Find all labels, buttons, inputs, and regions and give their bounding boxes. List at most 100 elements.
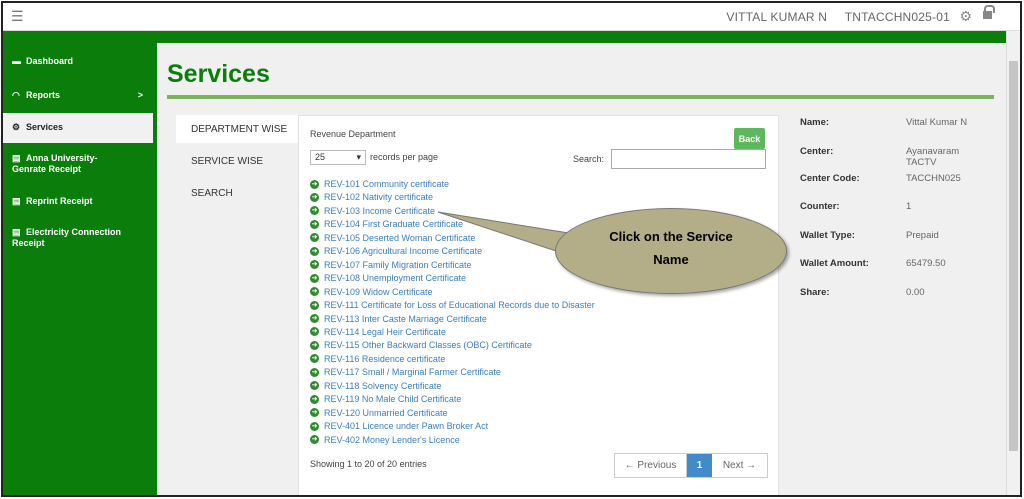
next-button[interactable]: Next → (712, 454, 767, 477)
service-link-label: REV-114 Legal Heir Certificate (324, 326, 446, 337)
arrow-circle-icon: ➜ (310, 327, 319, 337)
services-card: Revenue Department Back 25 records per p… (298, 115, 779, 495)
sidebar-item-reports[interactable]: ◠ Reports > (3, 90, 153, 101)
service-link-label: REV-102 Nativity certificate (324, 192, 434, 203)
sidebar-item-anna-university[interactable]: ▤ Anna University- Genrate Receipt (3, 153, 153, 175)
service-link-label: REV-103 Income Certificate (324, 205, 436, 216)
detail-value: Ayanavaram (906, 146, 960, 157)
service-link[interactable]: ➜ REV-111 Certificate for Loss of Educati… (310, 300, 595, 310)
detail-key: Wallet Type: (800, 230, 855, 241)
service-link[interactable]: ➜ REV-117 Small / Marginal Farmer Certifi… (310, 367, 501, 377)
service-link[interactable]: ➜ REV-114 Legal Heir Certificate (310, 327, 446, 337)
sidebar-item-reprint-receipt[interactable]: ▤ Reprint Receipt (3, 196, 153, 207)
arrow-circle-icon: ➜ (310, 287, 319, 297)
arrow-circle-icon: ➜ (310, 219, 319, 229)
hamburger-icon[interactable]: ☰ (11, 8, 24, 25)
service-link[interactable]: ➜ REV-119 No Male Child Certificate (310, 394, 461, 404)
department-title: Revenue Department (310, 129, 396, 139)
service-link[interactable]: ➜ REV-113 Inter Caste Marriage Certificat… (310, 314, 487, 324)
service-link[interactable]: ➜ REV-401 Licence under Pawn Broker Act (310, 421, 488, 431)
vertical-scrollbar[interactable] (1006, 31, 1020, 495)
sidebar-item-label: Anna University- (26, 153, 98, 163)
previous-button[interactable]: ← Previous (615, 454, 687, 477)
service-link[interactable]: ➜ REV-105 Deserted Woman Certificate (310, 233, 475, 243)
arrow-circle-icon: ➜ (310, 300, 319, 310)
sidebar-item-label: Dashboard (26, 56, 74, 66)
entries-info: Showing 1 to 20 of 20 entries (310, 459, 427, 469)
receipt-icon: ▤ (12, 153, 21, 163)
service-link-label: REV-113 Inter Caste Marriage Certificate (324, 313, 487, 324)
arrow-circle-icon: ➜ (310, 354, 319, 364)
detail-value: 1 (906, 201, 912, 212)
sidebar-item-services[interactable]: ⚙ Services (3, 113, 153, 143)
service-link[interactable]: ➜ REV-116 Residence certificate (310, 354, 445, 364)
records-per-page-select[interactable]: 25 (310, 150, 366, 165)
service-link-label: REV-106 Agricultural Income Certificate (324, 246, 483, 257)
callout-line-1: Click on the Service (609, 229, 733, 244)
arrow-circle-icon: ➜ (310, 367, 319, 377)
page-1-button[interactable]: 1 (687, 454, 712, 477)
service-link-label: REV-107 Family Migration Certificate (324, 259, 472, 270)
service-link-label: REV-101 Community certificate (324, 179, 450, 189)
arrow-circle-icon: ➜ (310, 206, 319, 216)
scrollbar-thumb[interactable] (1009, 61, 1018, 451)
gear-icon: ⚙ (12, 122, 21, 132)
detail-key: Share: (800, 287, 830, 298)
arrow-circle-icon: ➜ (310, 394, 319, 404)
receipt-icon: ▤ (12, 196, 21, 206)
sidebar-item-label: Services (26, 122, 64, 132)
title-divider (167, 95, 994, 99)
service-link-label: REV-111 Certificate for Loss of Educatio… (324, 300, 595, 311)
detail-value: Prepaid (906, 230, 939, 241)
sidebar-item-label-line2: Genrate Receipt (12, 164, 82, 174)
service-link[interactable]: ➜ REV-120 Unmarried Certificate (310, 408, 448, 418)
search-label: Search: (573, 154, 605, 164)
sidebar-item-label-line2: Receipt (12, 238, 45, 248)
service-link-label: REV-402 Money Lender's Licence (324, 434, 460, 445)
sidebar-item-label: Electricity Connection (26, 227, 122, 237)
gear-icon[interactable]: ⚙ (959, 8, 972, 25)
service-link[interactable]: ➜ REV-101 Community certificate (310, 179, 449, 189)
arrow-circle-icon: ➜ (310, 246, 319, 256)
callout-line-2: Name (653, 252, 689, 267)
arrow-circle-icon: ➜ (310, 408, 319, 418)
arrow-circle-icon: ➜ (310, 435, 319, 445)
service-link[interactable]: ➜ REV-115 Other Backward Classes (OBC) Ce… (310, 340, 532, 350)
service-link[interactable]: ➜ REV-102 Nativity certificate (310, 192, 433, 202)
sidebar-item-label: Reports (26, 90, 61, 100)
service-link[interactable]: ➜ REV-109 Widow Certificate (310, 287, 433, 297)
tab-department-wise[interactable]: DEPARTMENT WISE (176, 115, 298, 143)
service-link[interactable]: ➜ REV-108 Unemployment Certificate (310, 273, 466, 283)
dashboard-icon: ▬ (12, 56, 21, 66)
tab-search[interactable]: SEARCH (176, 179, 298, 207)
detail-value: 65479.50 (906, 258, 946, 269)
arrow-circle-icon: ➜ (310, 421, 319, 431)
service-link-label: REV-118 Solvency Certificate (324, 380, 442, 391)
lock-icon[interactable] (983, 5, 995, 19)
search-input[interactable] (611, 149, 766, 169)
service-link[interactable]: ➜ REV-107 Family Migration Certificate (310, 260, 472, 270)
service-link[interactable]: ➜ REV-402 Money Lender's Licence (310, 435, 460, 445)
user-name: VITTAL KUMAR N (726, 10, 828, 24)
detail-value: Vittal Kumar N (906, 117, 968, 128)
detail-value-line2: TACTV (906, 157, 937, 168)
service-link-label: REV-104 First Graduate Certificate (324, 219, 464, 230)
arrow-circle-icon: ➜ (310, 233, 319, 243)
sidebar: ▬ Dashboard ◠ Reports > ⚙ Services ▤ Anna Un… (3, 31, 153, 495)
arrow-circle-icon: ➜ (310, 179, 319, 189)
service-link[interactable]: ➜ REV-103 Income Certificate (310, 206, 435, 216)
service-link[interactable]: ➜ REV-104 First Graduate Certificate (310, 219, 463, 229)
sidebar-item-label: Reprint Receipt (26, 196, 93, 206)
detail-key: Center: (800, 146, 834, 157)
sidebar-item-dashboard[interactable]: ▬ Dashboard (3, 56, 153, 67)
service-link[interactable]: ➜ REV-118 Solvency Certificate (310, 381, 441, 391)
arrow-circle-icon: ➜ (310, 192, 319, 202)
detail-value: TACCHN025 (906, 173, 961, 184)
sidebar-item-electricity-receipt[interactable]: ▤ Electricity Connection Receipt (3, 227, 153, 249)
service-link[interactable]: ➜ REV-106 Agricultural Income Certificate (310, 246, 482, 256)
back-button[interactable]: Back (734, 128, 765, 149)
detail-key: Counter: (800, 201, 840, 212)
tab-service-wise[interactable]: SERVICE WISE (176, 147, 298, 175)
arrow-circle-icon: ➜ (310, 381, 319, 391)
service-link-label: REV-108 Unemployment Certificate (324, 273, 467, 284)
